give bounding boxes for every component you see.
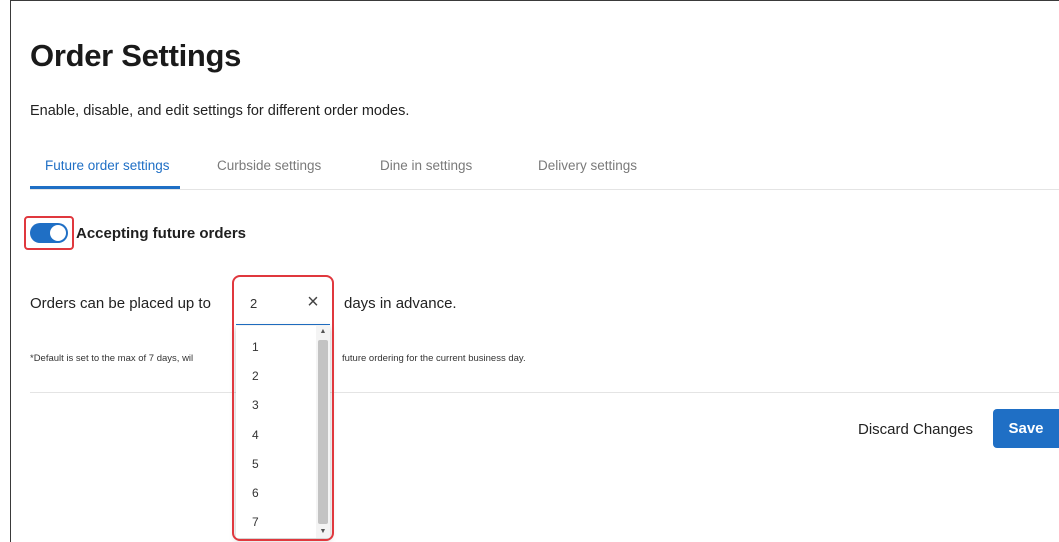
scroll-up-arrow-icon[interactable]: ▲ xyxy=(316,326,330,338)
advance-days-prefix: Orders can be placed up to xyxy=(30,295,211,312)
dropdown-option-2[interactable]: 2 xyxy=(252,369,259,383)
advance-days-dropdown: 1 2 3 4 5 6 7 ▲ ▼ xyxy=(236,326,330,538)
settings-tabs: Future order settings Curbside settings … xyxy=(30,152,1059,190)
tabs-divider xyxy=(30,189,1059,190)
scrollbar-thumb[interactable] xyxy=(318,340,328,524)
accepting-future-orders-row: Accepting future orders xyxy=(24,216,254,252)
dropdown-option-4[interactable]: 4 xyxy=(252,428,259,442)
tab-dine-in-settings[interactable]: Dine in settings xyxy=(380,158,472,173)
tab-curbside-settings[interactable]: Curbside settings xyxy=(217,158,321,173)
dropdown-scrollbar[interactable]: ▲ ▼ xyxy=(316,326,330,538)
dropdown-option-6[interactable]: 6 xyxy=(252,486,259,500)
section-divider xyxy=(30,392,1059,393)
dropdown-option-5[interactable]: 5 xyxy=(252,457,259,471)
toggle-knob xyxy=(50,225,66,241)
advance-days-select[interactable]: 2 × xyxy=(236,281,330,325)
scroll-down-arrow-icon[interactable]: ▼ xyxy=(316,526,330,538)
save-button[interactable]: Save xyxy=(993,409,1059,448)
page-subtitle: Enable, disable, and edit settings for d… xyxy=(30,103,410,119)
dropdown-option-7[interactable]: 7 xyxy=(252,515,259,529)
close-icon[interactable]: × xyxy=(302,291,324,313)
active-tab-indicator xyxy=(30,186,180,189)
tab-delivery-settings[interactable]: Delivery settings xyxy=(538,158,637,173)
page-frame xyxy=(10,0,1059,542)
dropdown-option-3[interactable]: 3 xyxy=(252,398,259,412)
footnote-text-start: *Default is set to the max of 7 days, wi… xyxy=(30,353,194,364)
advance-days-suffix: days in advance. xyxy=(344,295,457,312)
dropdown-option-1[interactable]: 1 xyxy=(252,340,259,354)
footnote-text-end: future ordering for the current business… xyxy=(342,353,526,364)
accepting-future-orders-toggle[interactable] xyxy=(30,223,68,243)
advance-days-selected-value: 2 xyxy=(250,296,258,311)
discard-changes-button[interactable]: Discard Changes xyxy=(846,413,985,445)
accepting-future-orders-label: Accepting future orders xyxy=(76,225,247,242)
tab-future-order-settings[interactable]: Future order settings xyxy=(45,158,170,173)
page-title: Order Settings xyxy=(30,38,242,73)
